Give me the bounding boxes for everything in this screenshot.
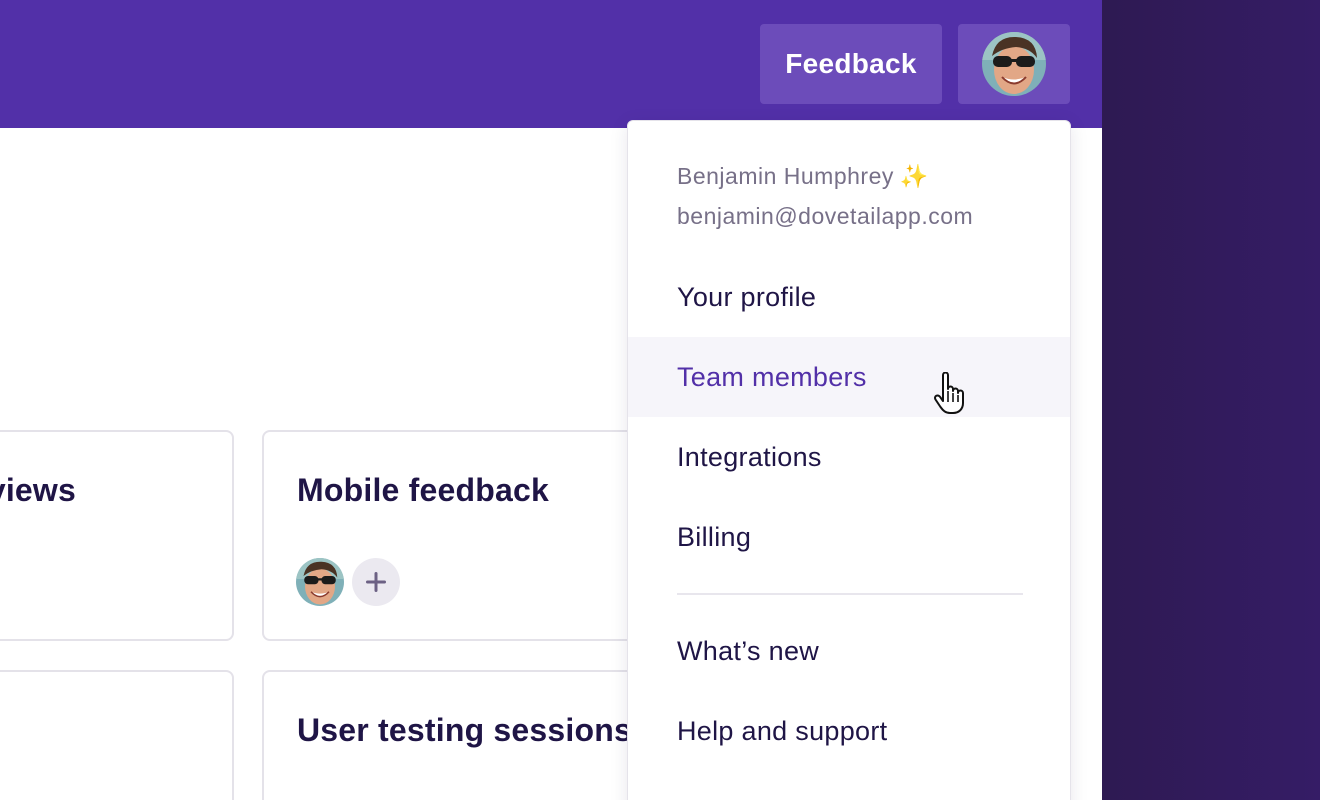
plus-icon	[366, 572, 386, 592]
user-name-text: Benjamin Humphrey	[677, 163, 894, 189]
top-bar: Feedback	[0, 0, 1102, 128]
project-card[interactable]	[0, 670, 234, 800]
menu-item-your-profile[interactable]: Your profile	[628, 257, 1070, 337]
user-email: benjamin@dovetailapp.com	[677, 203, 974, 229]
user-menu-button[interactable]	[958, 24, 1070, 104]
project-card[interactable]: views	[0, 430, 234, 641]
user-avatar	[982, 32, 1046, 96]
add-member-button[interactable]	[352, 558, 400, 606]
project-members	[296, 558, 400, 606]
project-card-title: Mobile feedback	[297, 472, 549, 508]
menu-item-whats-new[interactable]: What’s new	[628, 611, 1070, 691]
sparkle-icon: ✨	[899, 163, 930, 189]
menu-item-help-and-support[interactable]: Help and support	[628, 691, 1070, 771]
user-dropdown-menu: Benjamin Humphrey ✨ benjamin@dovetailapp.…	[627, 120, 1071, 800]
member-avatar	[296, 558, 344, 606]
menu-item-billing[interactable]: Billing	[628, 497, 1070, 577]
feedback-button[interactable]: Feedback	[760, 24, 942, 104]
menu-item-team-members[interactable]: Team members	[628, 337, 1070, 417]
menu-item-integrations[interactable]: Integrations	[628, 417, 1070, 497]
project-card-title: User testing sessions	[297, 712, 632, 748]
app-window: Feedback views Mobile feedback U	[0, 0, 1102, 800]
user-name: Benjamin Humphrey ✨	[677, 163, 929, 190]
menu-divider	[677, 593, 1023, 595]
background-panel	[1102, 0, 1320, 800]
project-card-title: views	[0, 472, 76, 508]
project-card-user-testing-sessions[interactable]: User testing sessions	[262, 670, 642, 800]
project-card-mobile-feedback[interactable]: Mobile feedback	[262, 430, 642, 641]
